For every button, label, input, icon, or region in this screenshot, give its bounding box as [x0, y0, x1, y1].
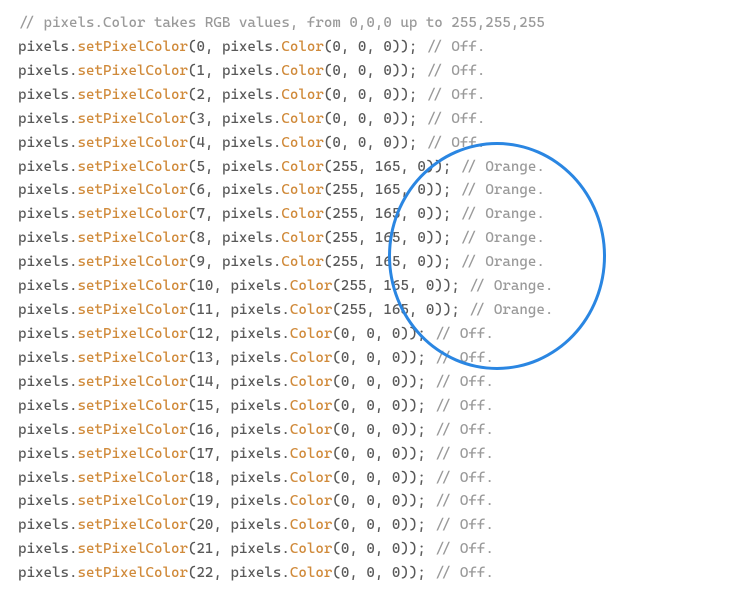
code-lines-container: pixels.setPixelColor(0, pixels.Color(0, …: [18, 36, 716, 586]
code-line: pixels.setPixelColor(0, pixels.Color(0, …: [18, 36, 716, 60]
code-line: pixels.setPixelColor(7, pixels.Color(255…: [18, 203, 716, 227]
code-line: pixels.setPixelColor(10, pixels.Color(25…: [18, 275, 716, 299]
code-line: pixels.setPixelColor(2, pixels.Color(0, …: [18, 84, 716, 108]
code-line: pixels.setPixelColor(20, pixels.Color(0,…: [18, 514, 716, 538]
code-line: pixels.setPixelColor(12, pixels.Color(0,…: [18, 323, 716, 347]
code-line: pixels.setPixelColor(15, pixels.Color(0,…: [18, 395, 716, 419]
code-line: pixels.setPixelColor(18, pixels.Color(0,…: [18, 467, 716, 491]
code-line: pixels.setPixelColor(22, pixels.Color(0,…: [18, 562, 716, 586]
code-line: pixels.setPixelColor(8, pixels.Color(255…: [18, 227, 716, 251]
code-line: pixels.setPixelColor(16, pixels.Color(0,…: [18, 419, 716, 443]
code-block: // pixels.Color takes RGB values, from 0…: [18, 12, 716, 586]
code-line: pixels.setPixelColor(13, pixels.Color(0,…: [18, 347, 716, 371]
code-line: pixels.setPixelColor(14, pixels.Color(0,…: [18, 371, 716, 395]
code-line: pixels.setPixelColor(19, pixels.Color(0,…: [18, 490, 716, 514]
intro-comment: // pixels.Color takes RGB values, from 0…: [18, 12, 716, 36]
code-line: pixels.setPixelColor(6, pixels.Color(255…: [18, 179, 716, 203]
code-line: pixels.setPixelColor(11, pixels.Color(25…: [18, 299, 716, 323]
code-line: pixels.setPixelColor(21, pixels.Color(0,…: [18, 538, 716, 562]
code-line: pixels.setPixelColor(1, pixels.Color(0, …: [18, 60, 716, 84]
code-line: pixels.setPixelColor(17, pixels.Color(0,…: [18, 443, 716, 467]
code-line: pixels.setPixelColor(3, pixels.Color(0, …: [18, 108, 716, 132]
code-line: pixels.setPixelColor(5, pixels.Color(255…: [18, 156, 716, 180]
code-line: pixels.setPixelColor(4, pixels.Color(0, …: [18, 132, 716, 156]
code-line: pixels.setPixelColor(9, pixels.Color(255…: [18, 251, 716, 275]
